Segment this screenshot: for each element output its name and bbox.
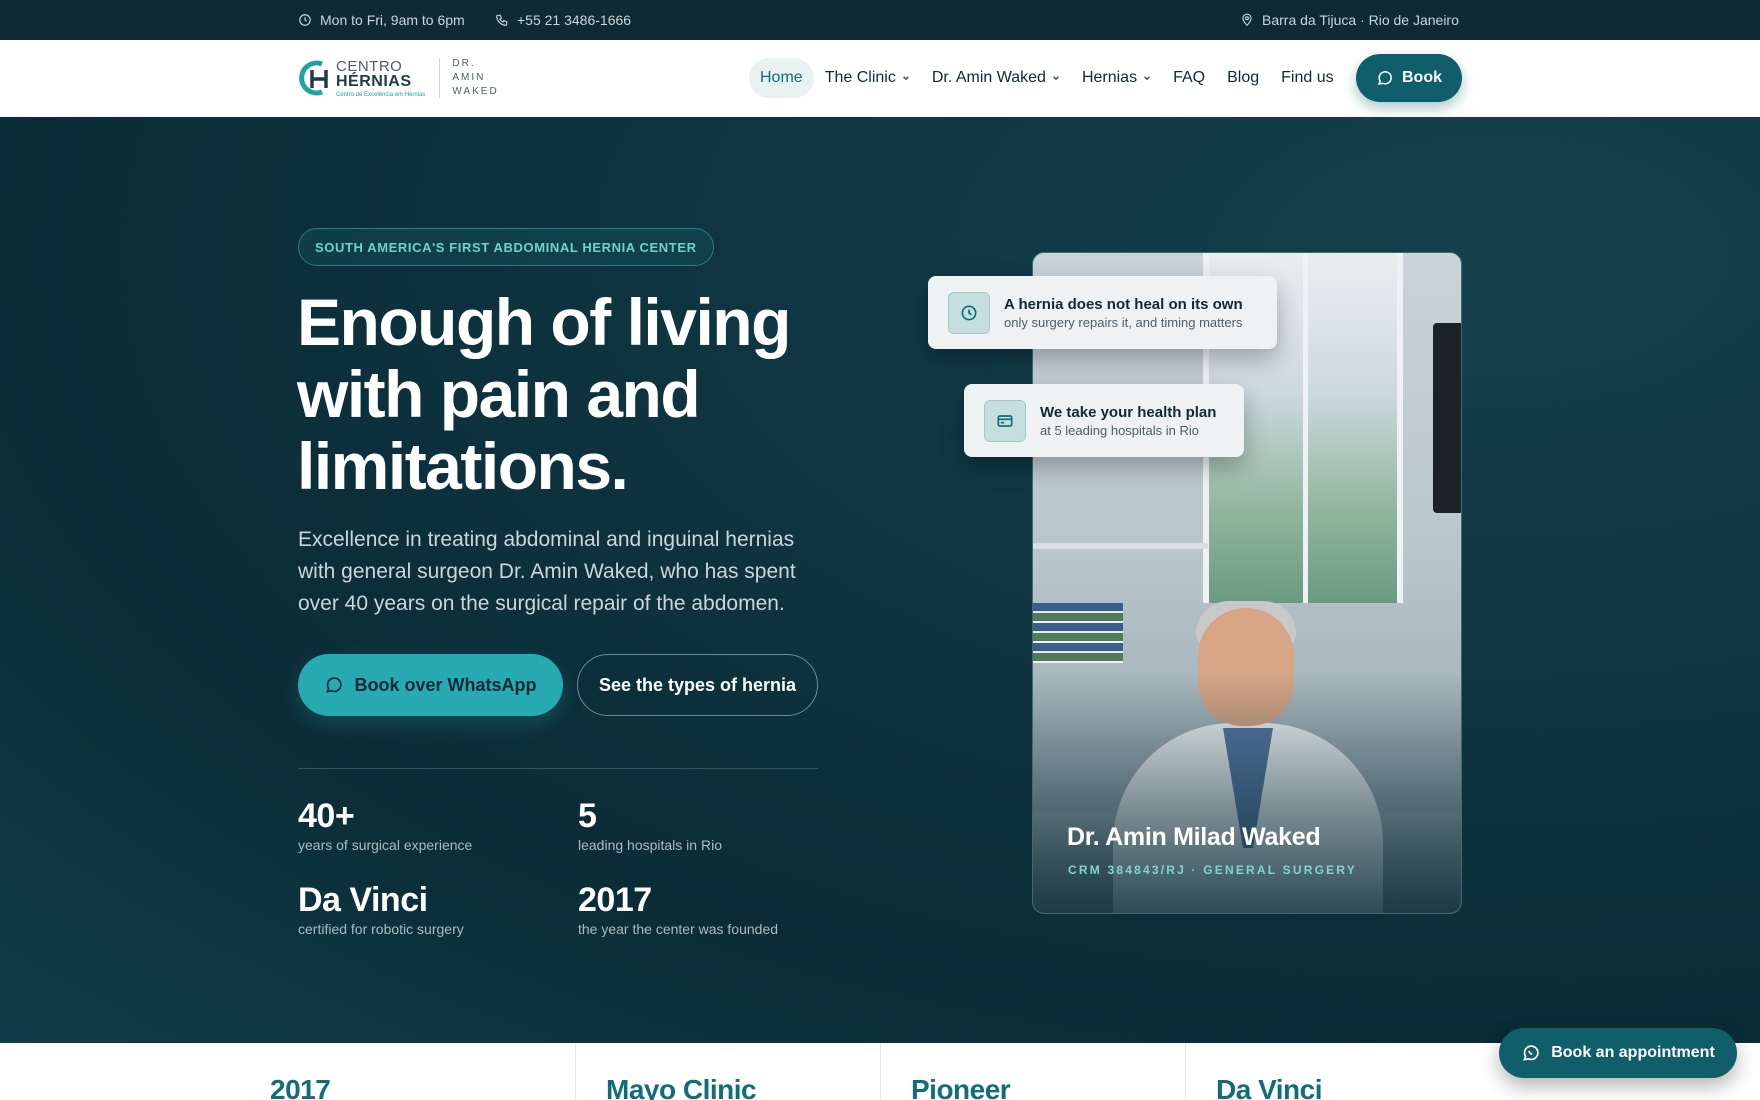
- credit-card-icon: [984, 399, 1026, 442]
- stat-value: 2017: [578, 881, 652, 919]
- stat-value: 40+: [298, 797, 355, 835]
- hours-info: Mon to Fri, 9am to 6pm: [298, 0, 465, 40]
- hernia-types-label: See the types of hernia: [598, 674, 797, 695]
- logo-dr-line-3: WAKED: [452, 86, 499, 97]
- highlight-item: Mayo Clinic: [575, 1043, 757, 1100]
- nav-item-find-us[interactable]: Find us: [1270, 58, 1344, 98]
- logo-doctor-name: DR. AMIN WAKED: [452, 57, 498, 99]
- chat-bubble-icon: [326, 677, 343, 693]
- hernia-types-button[interactable]: See the types of hernia: [577, 654, 818, 716]
- phone-info[interactable]: +55 21 3486-1666: [495, 0, 631, 40]
- photo-window-frame: [1303, 253, 1308, 603]
- chat-bubble-icon: [1377, 71, 1392, 86]
- info-card-title: We take your health plan: [1040, 403, 1217, 421]
- doctor-credential: CRM 384843/RJ · GENERAL SURGERY: [1068, 863, 1357, 877]
- nav-menu: Home The Clinic Dr. Amin Waked Hernias F…: [749, 58, 1345, 98]
- logo-divider: [439, 58, 441, 98]
- hours-text: Mon to Fri, 9am to 6pm: [320, 12, 465, 28]
- stat-robotic: Da Vinci certified for robotic surgery: [298, 881, 464, 937]
- nav-book-label: Book: [1402, 69, 1442, 86]
- highlights-strip: 2017 Mayo Clinic Pioneer Da Vinci: [0, 1043, 1760, 1100]
- phone-icon: [496, 14, 508, 26]
- chevron-down-icon: [1052, 76, 1059, 81]
- chevron-down-icon: [902, 76, 909, 81]
- highlight-value: 2017: [270, 1074, 331, 1100]
- logo-line-2: HÉRNIAS: [336, 72, 412, 90]
- book-appointment-button[interactable]: Book an appointment: [1499, 1028, 1737, 1078]
- nav-item-faq[interactable]: FAQ: [1162, 58, 1216, 98]
- chevron-down-icon: [1144, 76, 1151, 81]
- highlight-item: Pioneer: [880, 1043, 1011, 1100]
- main-navigation: CENTRO HÉRNIAS Centro de Excelência em H…: [0, 40, 1760, 117]
- stats-divider: [298, 768, 818, 769]
- logo-wordmark: CENTRO HÉRNIAS Centro de Excelência em H…: [336, 59, 425, 98]
- stat-value: 5: [578, 797, 597, 835]
- nav-item-home[interactable]: Home: [749, 58, 814, 98]
- doctor-photo-card: Dr. Amin Milad Waked CRM 384843/RJ · GEN…: [1032, 252, 1462, 914]
- logo-dr-line-2: AMIN: [452, 72, 486, 83]
- stat-founded: 2017 the year the center was founded: [578, 881, 778, 937]
- site-logo[interactable]: CENTRO HÉRNIAS Centro de Excelência em H…: [298, 56, 499, 100]
- clock-icon: [948, 291, 990, 334]
- location-info[interactable]: Barra da Tijuca · Rio de Janeiro: [1240, 0, 1459, 40]
- book-appointment-label: Book an appointment: [1551, 1044, 1715, 1061]
- nav-item-blog[interactable]: Blog: [1216, 58, 1270, 98]
- stat-hospitals: 5 leading hospitals in Rio: [578, 797, 722, 853]
- hero-section: [0, 117, 1760, 1043]
- whatsapp-icon: [1523, 1045, 1539, 1061]
- logo-mark-icon: [298, 56, 332, 100]
- book-whatsapp-label: Book over WhatsApp: [354, 674, 537, 695]
- nav-item-hernias[interactable]: Hernias: [1071, 58, 1162, 98]
- stat-value: Da Vinci: [298, 881, 428, 919]
- nav-item-label: FAQ: [1173, 69, 1206, 86]
- stat-label: leading hospitals in Rio: [578, 837, 722, 853]
- nav-item-label: Hernias: [1081, 69, 1138, 86]
- info-card-subtitle: at 5 leading hospitals in Rio: [1040, 422, 1199, 438]
- highlight-item: Da Vinci: [1185, 1043, 1322, 1100]
- nav-item-the-clinic[interactable]: The Clinic: [814, 58, 921, 98]
- photo-gradient-overlay: [1033, 673, 1461, 913]
- stat-label: the year the center was founded: [578, 921, 779, 937]
- logo-line-1: CENTRO: [336, 57, 403, 75]
- highlight-item: 2017: [240, 1043, 331, 1100]
- hero-eyebrow-badge: SOUTH AMERICA'S FIRST ABDOMINAL HERNIA C…: [298, 228, 714, 266]
- phone-text[interactable]: +55 21 3486-1666: [517, 12, 631, 28]
- nav-book-button[interactable]: Book: [1356, 54, 1462, 102]
- photo-books: [1033, 603, 1123, 663]
- nav-item-label: Find us: [1281, 69, 1334, 86]
- highlight-value: Da Vinci: [1216, 1074, 1322, 1100]
- info-card-subtitle: only surgery repairs it, and timing matt…: [1004, 314, 1243, 330]
- info-card-title: A hernia does not heal on its own: [1004, 295, 1243, 313]
- photo-monitor: [1433, 323, 1461, 513]
- info-card-health-plan: We take your health plan at 5 leading ho…: [964, 384, 1244, 457]
- doctor-name: Dr. Amin Milad Waked: [1067, 823, 1321, 851]
- highlight-value: Pioneer: [911, 1074, 1011, 1100]
- hero-headline: Enough of living with pain and limitatio…: [297, 285, 791, 503]
- photo-shelf: [1033, 543, 1208, 549]
- map-pin-icon: [1242, 13, 1252, 27]
- clock-icon: [299, 14, 311, 26]
- nav-item-label: Home: [760, 69, 803, 86]
- nav-item-dr-amin-waked[interactable]: Dr. Amin Waked: [921, 58, 1071, 98]
- nav-item-label: Blog: [1227, 69, 1260, 86]
- nav-item-label: Dr. Amin Waked: [931, 69, 1046, 86]
- logo-tagline: Centro de Excelência em Hérnias: [336, 91, 426, 98]
- top-info-bar: Mon to Fri, 9am to 6pm +55 21 3486-1666 …: [0, 0, 1760, 40]
- highlight-value: Mayo Clinic: [606, 1074, 757, 1100]
- location-text[interactable]: Barra da Tijuca · Rio de Janeiro: [1262, 12, 1459, 28]
- logo-dr-line-1: DR.: [452, 58, 476, 69]
- nav-item-label: The Clinic: [824, 69, 896, 86]
- info-card-hernia: A hernia does not heal on its own only s…: [928, 276, 1277, 349]
- book-whatsapp-button[interactable]: Book over WhatsApp: [298, 654, 563, 716]
- hero-subtitle: Excellence in treating abdominal and ing…: [298, 528, 796, 615]
- stat-label: certified for robotic surgery: [298, 921, 464, 937]
- stat-experience: 40+ years of surgical experience: [298, 797, 472, 853]
- stat-label: years of surgical experience: [298, 837, 473, 853]
